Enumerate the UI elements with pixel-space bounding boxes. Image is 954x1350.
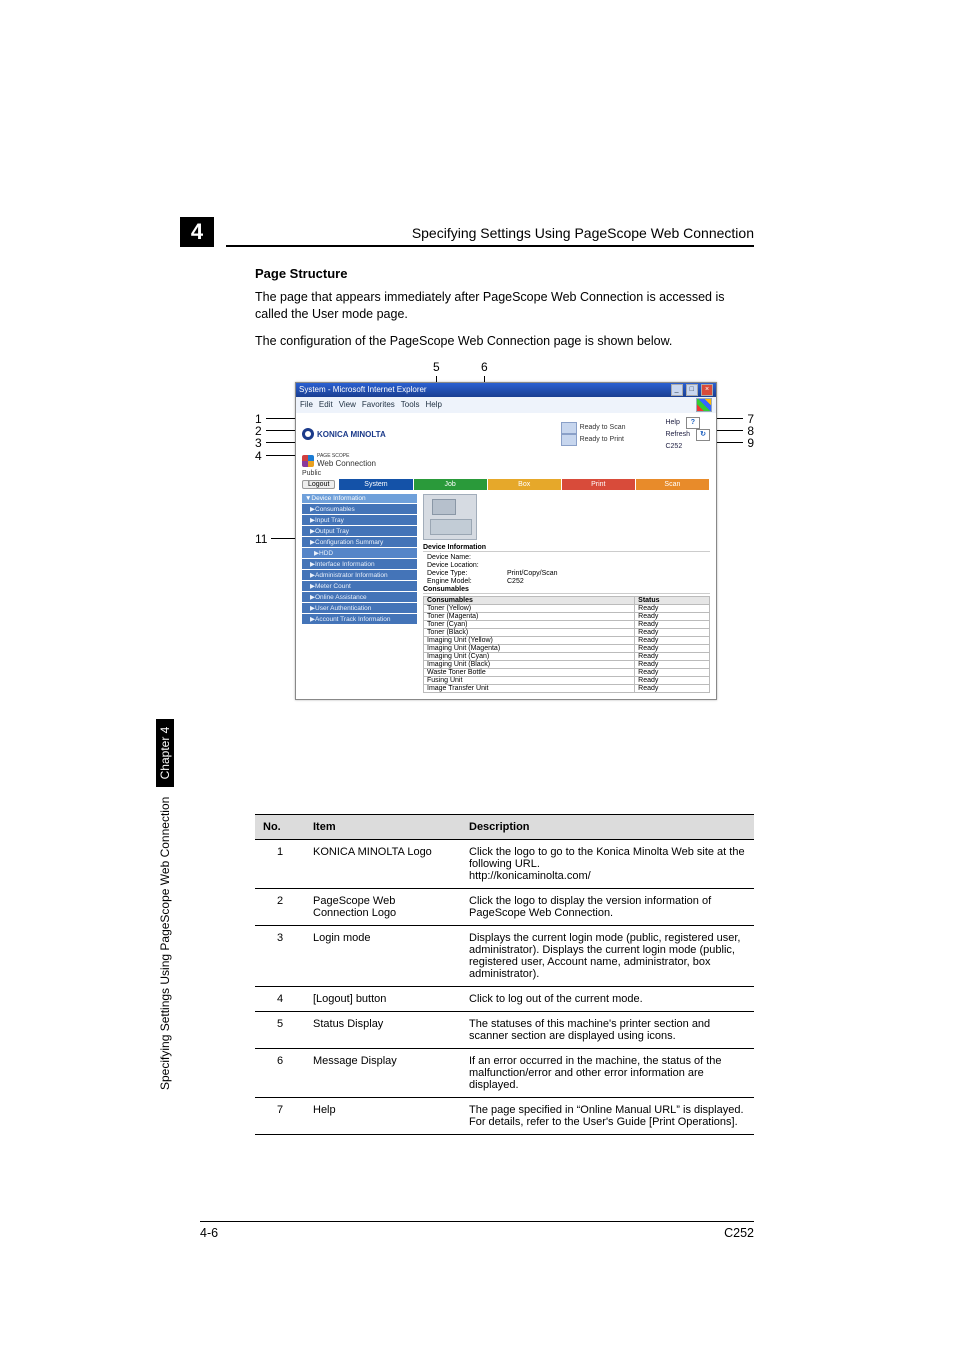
menu-item[interactable]: View <box>339 400 356 409</box>
maximize-icon[interactable]: □ <box>686 384 698 396</box>
device-info-row: Device Name: <box>423 554 710 562</box>
browser-menubar: File Edit View Favorites Tools Help <box>296 397 716 413</box>
sidebar-item[interactable]: ▶User Authentication <box>302 603 417 614</box>
browser-titlebar: System - Microsoft Internet Explorer _ □… <box>296 383 716 397</box>
sidebar: ▼Device Information▶Consumables▶Input Tr… <box>302 494 417 693</box>
ie-flag-icon <box>696 398 712 412</box>
logout-button[interactable]: Logout <box>302 480 335 489</box>
sidebar-item[interactable]: ▶Interface Information <box>302 559 417 570</box>
paragraph-2: The configuration of the PageScope Web C… <box>255 333 754 350</box>
browser-title: System - Microsoft Internet Explorer <box>299 385 427 394</box>
minimize-icon[interactable]: _ <box>671 384 683 396</box>
tab-scan[interactable]: Scan <box>636 479 710 490</box>
device-info-heading: Device Information <box>423 544 710 552</box>
sidebar-item[interactable]: ▶Consumables <box>302 504 417 515</box>
model-label: C252 <box>665 441 682 452</box>
menu-item[interactable]: File <box>300 400 313 409</box>
consumables-heading: Consumables <box>423 586 710 594</box>
sidebar-item[interactable]: ▶Meter Count <box>302 581 417 592</box>
sidebar-item[interactable]: ▶Input Tray <box>302 515 417 526</box>
callout-3: 3 <box>255 436 296 450</box>
device-info-row: Engine Model:C252 <box>423 578 710 586</box>
table-row: Fusing UnitReady <box>424 676 710 684</box>
table-row: 4[Logout] buttonClick to log out of the … <box>255 986 754 1011</box>
table-row: Image Transfer UnitReady <box>424 684 710 692</box>
device-image <box>423 494 477 540</box>
table-row: Waste Toner BottleReady <box>424 668 710 676</box>
footer-page-number: 4-6 <box>200 1226 218 1240</box>
callout-11: 11 <box>255 532 295 546</box>
sidebar-item[interactable]: ▶Configuration Summary <box>302 537 417 548</box>
cons-col-name: Consumables <box>424 596 635 604</box>
table-row: 1KONICA MINOLTA LogoClick the logo to go… <box>255 839 754 888</box>
sidebar-item[interactable]: ▶Online Assistance <box>302 592 417 603</box>
close-icon[interactable]: × <box>701 384 713 396</box>
device-info-row: Device Type:Print/Copy/Scan <box>423 570 710 578</box>
menu-item[interactable]: Favorites <box>362 400 395 409</box>
callout-9: 9 <box>713 436 754 450</box>
tab-print[interactable]: Print <box>562 479 636 490</box>
browser-window: System - Microsoft Internet Explorer _ □… <box>295 382 717 700</box>
device-info-row: Device Location: <box>423 562 710 570</box>
section-heading: Page Structure <box>255 266 754 281</box>
status-display: Ready to Scan Ready to Print <box>561 422 626 446</box>
table-row: Imaging Unit (Cyan)Ready <box>424 652 710 660</box>
tab-box[interactable]: Box <box>488 479 562 490</box>
printer-status-icon <box>561 434 577 446</box>
table-row: 5Status DisplayThe statuses of this mach… <box>255 1011 754 1048</box>
help-link[interactable]: Help <box>665 417 679 428</box>
table-row: Imaging Unit (Yellow)Ready <box>424 636 710 644</box>
table-row: Imaging Unit (Black)Ready <box>424 660 710 668</box>
login-mode: Public <box>296 470 716 479</box>
table-row: Toner (Black)Ready <box>424 628 710 636</box>
sidebar-item[interactable]: ▼Device Information <box>302 494 417 504</box>
table-row: Toner (Magenta)Ready <box>424 612 710 620</box>
tab-system[interactable]: System <box>339 479 413 490</box>
col-item: Item <box>305 814 461 839</box>
callout-4: 4 <box>255 449 296 463</box>
cons-col-status: Status <box>635 596 710 604</box>
side-caption-chapter: Chapter 4 <box>156 719 174 788</box>
side-caption-text: Specifying Settings Using PageScope Web … <box>158 797 172 1090</box>
col-no: No. <box>255 814 305 839</box>
sidebar-item[interactable]: ▶Output Tray <box>302 526 417 537</box>
menu-item[interactable]: Tools <box>401 400 420 409</box>
pagescope-logo-icon[interactable] <box>302 455 314 467</box>
side-caption: Specifying Settings Using PageScope Web … <box>156 530 174 1090</box>
help-icon[interactable]: ? <box>686 417 700 429</box>
table-row: 3Login modeDisplays the current login mo… <box>255 925 754 986</box>
description-table: No. Item Description 1KONICA MINOLTA Log… <box>255 814 754 1135</box>
sidebar-item[interactable]: ▶HDD <box>302 548 417 559</box>
figure-wrap: 5 6 1 2 3 4 11 12 <box>255 360 754 800</box>
paragraph-1: The page that appears immediately after … <box>255 289 754 323</box>
konica-minolta-logo[interactable]: KONICA MINOLTA <box>317 430 386 439</box>
table-row: 6Message DisplayIf an error occurred in … <box>255 1048 754 1097</box>
menu-item[interactable]: Help <box>425 400 441 409</box>
table-row: Toner (Yellow)Ready <box>424 604 710 612</box>
col-desc: Description <box>461 814 754 839</box>
tab-job[interactable]: Job <box>414 479 488 490</box>
table-row: 7HelpThe page specified in “Online Manua… <box>255 1097 754 1134</box>
scanner-status-icon <box>561 422 577 434</box>
refresh-icon[interactable]: ↻ <box>696 429 710 441</box>
consumables-table: Consumables Status Toner (Yellow)ReadyTo… <box>423 596 710 693</box>
pagescope-logo[interactable]: PAGE SCOPE Web Connection <box>317 454 376 468</box>
table-row: Toner (Cyan)Ready <box>424 620 710 628</box>
menu-item[interactable]: Edit <box>319 400 333 409</box>
sidebar-item[interactable]: ▶Administrator Information <box>302 570 417 581</box>
sidebar-item[interactable]: ▶Account Track Information <box>302 614 417 625</box>
footer-model: C252 <box>724 1226 754 1240</box>
header-title: Specifying Settings Using PageScope Web … <box>226 215 754 247</box>
refresh-link[interactable]: Refresh <box>665 429 690 440</box>
table-row: 2PageScope Web Connection LogoClick the … <box>255 888 754 925</box>
table-row: Imaging Unit (Magenta)Ready <box>424 644 710 652</box>
km-mark-icon <box>302 428 314 440</box>
window-buttons: _ □ × <box>670 384 713 396</box>
chapter-badge: 4 <box>180 217 214 247</box>
